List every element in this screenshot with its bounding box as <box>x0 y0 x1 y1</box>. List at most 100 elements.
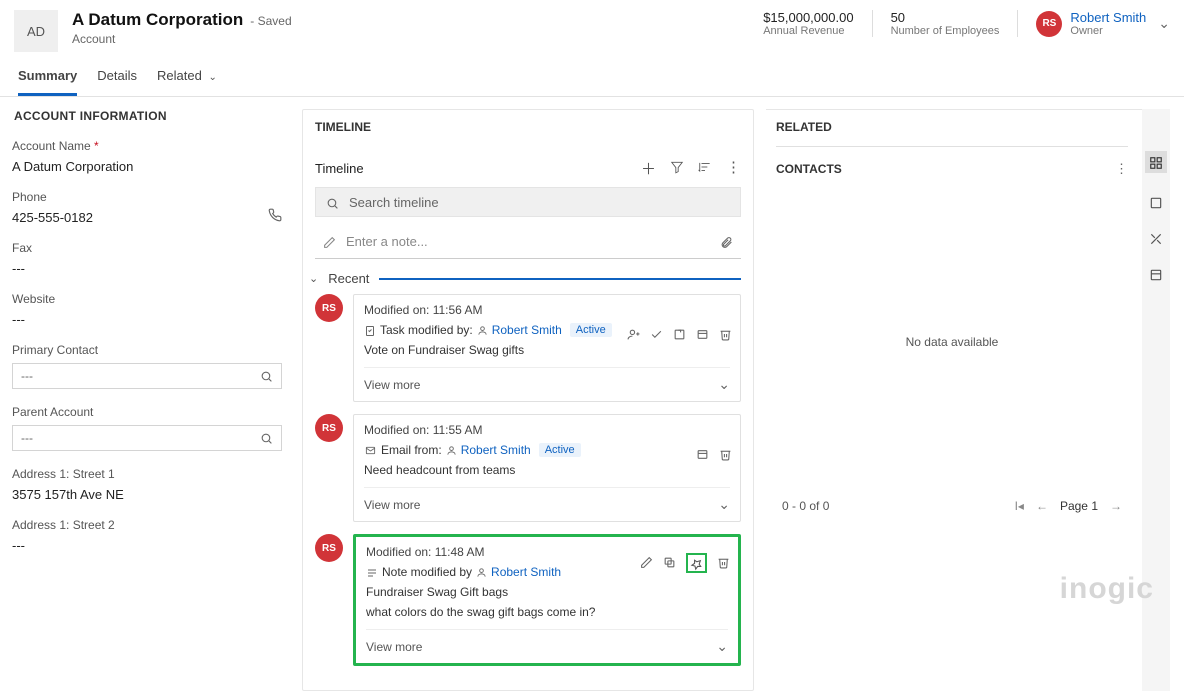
tab-related[interactable]: Related ⌄ <box>157 68 217 96</box>
owner-block[interactable]: RS Robert Smith Owner ⌄ <box>1036 10 1170 37</box>
prev-page-icon[interactable]: ← <box>1036 499 1048 513</box>
card-body[interactable]: Modified on: 11:55 AM Email from: Robert… <box>353 414 741 522</box>
avatar: RS <box>315 534 343 562</box>
user-icon <box>477 323 488 337</box>
section-header-timeline: TIMELINE <box>315 120 741 134</box>
account-info-panel: ACCOUNT INFORMATION Account Name * A Dat… <box>12 109 290 691</box>
rail-related-icon[interactable] <box>1145 151 1167 173</box>
delete-icon[interactable] <box>719 445 732 461</box>
tab-details[interactable]: Details <box>97 68 137 96</box>
assign-icon[interactable] <box>627 325 640 341</box>
copy-icon[interactable] <box>663 553 676 573</box>
value-street1[interactable]: 3575 157th Ave NE <box>12 487 282 502</box>
queue-icon[interactable] <box>696 445 709 461</box>
revenue-label: Annual Revenue <box>763 25 853 37</box>
email-icon <box>364 443 377 457</box>
check-icon[interactable] <box>650 325 663 341</box>
rail-assistant-icon[interactable] <box>1149 230 1163 246</box>
edit-icon[interactable] <box>640 553 653 573</box>
record-header: AD A Datum Corporation - Saved Account $… <box>0 0 1184 58</box>
tab-summary[interactable]: Summary <box>18 68 77 96</box>
timeline-card: RS Modified on: 11:55 AM Email from: Rob… <box>315 414 741 522</box>
card-subject-row: Email from: Robert Smith Active <box>364 443 730 457</box>
queue-icon[interactable] <box>696 325 709 341</box>
timeline-panel: TIMELINE Timeline ＋ ⋮ Search timeline En… <box>302 109 754 691</box>
avatar: RS <box>315 294 343 322</box>
timeline-note-input[interactable]: Enter a note... <box>315 225 741 259</box>
value-website[interactable]: --- <box>12 312 282 327</box>
timeline-toolbar: Timeline ＋ ⋮ <box>315 158 741 179</box>
phone-icon[interactable] <box>268 207 282 223</box>
section-header-related: RELATED <box>776 120 1128 147</box>
rail-details-icon[interactable] <box>1149 266 1163 282</box>
pencil-icon <box>323 234 336 249</box>
search-icon <box>326 194 339 209</box>
card-user[interactable]: Robert Smith <box>491 565 561 579</box>
lookup-parent-account[interactable]: --- <box>12 425 282 451</box>
open-icon[interactable] <box>673 325 686 341</box>
note-icon <box>366 565 378 579</box>
label-parent-account: Parent Account <box>12 405 282 419</box>
timeline-card: RS Modified on: 11:48 AM Note modified b… <box>315 534 741 666</box>
value-account-name[interactable]: A Datum Corporation <box>12 159 282 174</box>
tab-related-label: Related <box>157 68 202 83</box>
value-fax[interactable]: --- <box>12 261 282 276</box>
section-header-account: ACCOUNT INFORMATION <box>12 109 282 123</box>
chevron-down-icon: ⌄ <box>718 376 730 393</box>
status-badge: Active <box>539 443 581 457</box>
label-primary-contact: Primary Contact <box>12 343 282 357</box>
card-text: Vote on Fundraiser Swag gifts <box>364 343 730 357</box>
timeline-search[interactable]: Search timeline <box>315 187 741 217</box>
lookup-placeholder: --- <box>21 369 33 383</box>
record-title: A Datum Corporation <box>72 10 243 30</box>
chevron-down-icon: ⌄ <box>309 272 318 285</box>
main-columns: ACCOUNT INFORMATION Account Name * A Dat… <box>0 97 1184 691</box>
no-data-message: No data available <box>776 335 1128 349</box>
view-more-row[interactable]: View more ⌄ <box>366 629 728 655</box>
chevron-down-icon: ⌄ <box>208 72 216 83</box>
first-page-icon[interactable]: I◂ <box>1015 499 1024 513</box>
owner-avatar: RS <box>1036 11 1062 37</box>
next-page-icon[interactable]: → <box>1110 499 1122 513</box>
card-text1: Fundraiser Swag Gift bags <box>366 585 728 599</box>
card-text2: what colors do the swag gift bags come i… <box>366 605 728 619</box>
more-icon[interactable]: ⋮ <box>726 158 741 179</box>
label-street2: Address 1: Street 2 <box>12 518 282 532</box>
contacts-label: CONTACTS <box>776 162 842 176</box>
note-placeholder: Enter a note... <box>346 234 428 249</box>
view-more-row[interactable]: View more ⌄ <box>364 367 730 393</box>
card-text: Need headcount from teams <box>364 463 730 477</box>
value-street2[interactable]: --- <box>12 538 282 553</box>
lookup-primary-contact[interactable]: --- <box>12 363 282 389</box>
avatar: RS <box>315 414 343 442</box>
owner-label: Owner <box>1070 25 1146 37</box>
chevron-down-icon: ⌄ <box>716 638 728 655</box>
pin-icon[interactable] <box>686 553 707 573</box>
pager: 0 - 0 of 0 I◂ ← Page 1 → <box>776 499 1128 521</box>
chevron-down-icon: ⌄ <box>718 496 730 513</box>
view-more-row[interactable]: View more ⌄ <box>364 487 730 513</box>
card-user[interactable]: Robert Smith <box>461 443 531 457</box>
label-website: Website <box>12 292 282 306</box>
delete-icon[interactable] <box>719 325 732 341</box>
label-account-name: Account Name * <box>12 139 282 153</box>
record-tabs: Summary Details Related ⌄ <box>0 58 1184 97</box>
rail-knowledge-icon[interactable] <box>1149 193 1163 209</box>
card-actions <box>696 445 732 461</box>
card-user[interactable]: Robert Smith <box>492 323 562 337</box>
header-left: AD A Datum Corporation - Saved Account <box>14 10 763 52</box>
chevron-down-icon: ⌄ <box>1158 15 1170 32</box>
label-phone: Phone <box>12 190 282 204</box>
delete-icon[interactable] <box>717 553 730 573</box>
add-icon[interactable]: ＋ <box>641 158 656 179</box>
sort-icon[interactable] <box>698 158 712 179</box>
card-body-highlighted[interactable]: Modified on: 11:48 AM Note modified by R… <box>353 534 741 666</box>
timeline-recent-header[interactable]: ⌄ Recent <box>309 271 741 286</box>
label-street1: Address 1: Street 1 <box>12 467 282 481</box>
filter-icon[interactable] <box>670 158 684 179</box>
card-body[interactable]: Modified on: 11:56 AM Task modified by: … <box>353 294 741 402</box>
timeline-title: Timeline <box>315 161 364 176</box>
attachment-icon[interactable] <box>720 233 733 249</box>
value-phone[interactable]: 425-555-0182 <box>12 210 93 225</box>
more-icon[interactable]: ⋮ <box>1115 161 1128 177</box>
